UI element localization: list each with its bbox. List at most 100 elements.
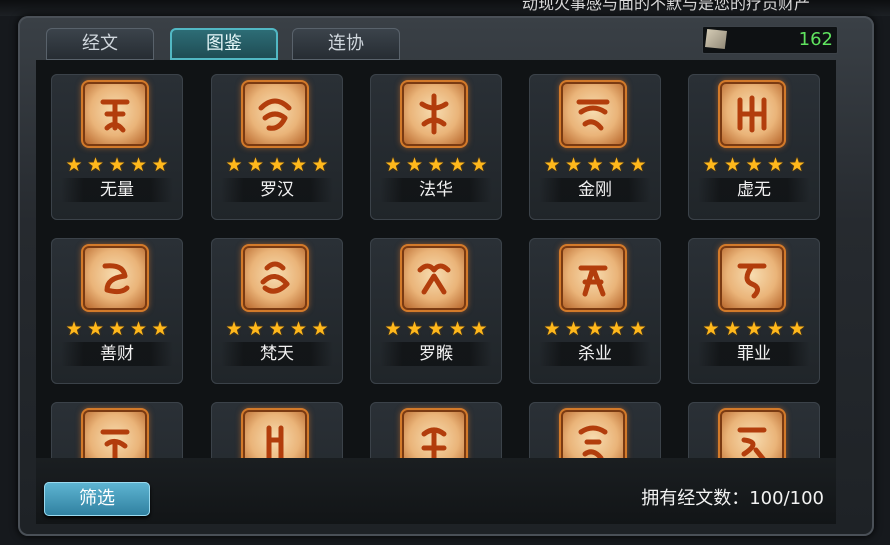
star-icon: ★ — [723, 318, 742, 340]
star-icon: ★ — [745, 318, 763, 340]
star-icon: ★ — [225, 154, 243, 176]
star-icon: ★ — [564, 318, 583, 340]
codex-card[interactable]: ★ ★ ★ ★ ★ 法华 — [370, 74, 502, 220]
star-icon: ★ — [629, 154, 647, 176]
top-clipped-text: 动现火事感与面的不默与是您的疗员财产 — [521, 0, 810, 13]
card-name: 无量 — [61, 178, 173, 202]
codex-card[interactable]: ★★★★★ — [51, 402, 183, 458]
tab-synergy[interactable]: 连协 — [292, 28, 400, 60]
codex-card[interactable]: ★ ★ ★ ★ ★ 金刚 — [529, 74, 661, 220]
star-icon: ★ — [311, 318, 329, 340]
codex-card[interactable]: ★★★★★ — [529, 402, 661, 458]
sanskrit-rune-icon — [245, 412, 305, 458]
star-rating: ★ ★ ★ ★ ★ — [543, 318, 647, 340]
card-name: 罗汉 — [221, 178, 333, 202]
star-icon: ★ — [65, 318, 83, 340]
codex-grid[interactable]: ★ ★ ★ ★ ★ 无量 ★ ★ ★ ★ ★ 罗汉 ★ ★ ★ ★ ★ 法华 ★ ★ ★ ★ ★ 金刚 ★ ★ ★ ★ ★ 虚无 ★ ★ ★ ★ ★… — [36, 60, 836, 458]
star-icon: ★ — [586, 154, 604, 176]
card-name: 虚无 — [698, 178, 810, 202]
codex-card[interactable]: ★★★★★ — [688, 402, 820, 458]
star-icon: ★ — [151, 154, 169, 176]
star-icon: ★ — [702, 318, 720, 340]
card-name: 杀业 — [539, 342, 651, 366]
star-icon: ★ — [86, 318, 105, 340]
star-icon: ★ — [65, 154, 83, 176]
codex-card[interactable]: ★ ★ ★ ★ ★ 梵天 — [211, 238, 343, 384]
star-icon: ★ — [246, 318, 265, 340]
top-strip: 动现火事感与面的不默与是您的疗员财产 — [0, 0, 890, 16]
star-icon: ★ — [405, 318, 424, 340]
codex-card[interactable]: ★ ★ ★ ★ ★ 罗汉 — [211, 74, 343, 220]
sanskrit-rune-icon — [563, 412, 623, 458]
filter-button-label: 筛选 — [79, 488, 115, 509]
tab-scripture[interactable]: 经文 — [46, 28, 154, 60]
card-name: 梵天 — [221, 342, 333, 366]
tab-synergy-label: 连协 — [328, 33, 364, 54]
star-icon: ★ — [86, 154, 105, 176]
sanskrit-rune-icon — [245, 248, 305, 308]
sanskrit-rune-icon — [85, 84, 145, 144]
card-name: 善财 — [61, 342, 173, 366]
sanskrit-rune-icon — [563, 248, 623, 308]
star-icon: ★ — [225, 318, 243, 340]
star-icon: ★ — [470, 154, 488, 176]
filter-button[interactable]: 筛选 — [44, 482, 150, 516]
star-icon: ★ — [405, 154, 424, 176]
star-rating: ★ ★ ★ ★ ★ — [65, 318, 169, 340]
codex-card[interactable]: ★ ★ ★ ★ ★ 无量 — [51, 74, 183, 220]
star-icon: ★ — [384, 154, 402, 176]
star-icon: ★ — [586, 318, 604, 340]
star-rating: ★ ★ ★ ★ ★ — [384, 318, 488, 340]
codex-card[interactable]: ★★★★★ — [211, 402, 343, 458]
star-icon: ★ — [766, 318, 785, 340]
sanskrit-rune-icon — [85, 248, 145, 308]
star-icon: ★ — [543, 318, 561, 340]
star-icon: ★ — [151, 318, 169, 340]
sanskrit-rune-icon — [245, 84, 305, 144]
star-icon: ★ — [543, 154, 561, 176]
codex-card[interactable]: ★ ★ ★ ★ ★ 善财 — [51, 238, 183, 384]
star-icon: ★ — [470, 318, 488, 340]
card-name: 罪业 — [698, 342, 810, 366]
star-rating: ★ ★ ★ ★ ★ — [702, 318, 806, 340]
star-icon: ★ — [289, 318, 308, 340]
owned-count: 拥有经文数：100/100 — [641, 488, 824, 509]
codex-card[interactable]: ★ ★ ★ ★ ★ 虚无 — [688, 74, 820, 220]
star-icon: ★ — [268, 318, 286, 340]
sanskrit-rune-icon — [404, 84, 464, 144]
star-icon: ★ — [788, 154, 806, 176]
star-icon: ★ — [268, 154, 286, 176]
codex-card[interactable]: ★ ★ ★ ★ ★ 罗睺 — [370, 238, 502, 384]
codex-card[interactable]: ★ ★ ★ ★ ★ 杀业 — [529, 238, 661, 384]
star-icon: ★ — [108, 154, 126, 176]
sanskrit-rune-icon — [404, 412, 464, 458]
star-icon: ★ — [564, 154, 583, 176]
star-icon: ★ — [702, 154, 720, 176]
sanskrit-rune-icon — [722, 248, 782, 308]
star-icon: ★ — [607, 318, 626, 340]
codex-card[interactable]: ★ ★ ★ ★ ★ 罪业 — [688, 238, 820, 384]
star-icon: ★ — [427, 154, 445, 176]
star-icon: ★ — [607, 154, 626, 176]
star-rating: ★ ★ ★ ★ ★ — [384, 154, 488, 176]
star-rating: ★ ★ ★ ★ ★ — [225, 318, 329, 340]
star-icon: ★ — [108, 318, 126, 340]
star-icon: ★ — [448, 154, 467, 176]
tab-codex[interactable]: 图鉴 — [170, 28, 278, 60]
star-icon: ★ — [448, 318, 467, 340]
sanskrit-rune-icon — [404, 248, 464, 308]
card-name: 罗睺 — [380, 342, 492, 366]
star-icon: ★ — [788, 318, 806, 340]
star-rating: ★ ★ ★ ★ ★ — [65, 154, 169, 176]
star-rating: ★ ★ ★ ★ ★ — [225, 154, 329, 176]
star-icon: ★ — [766, 154, 785, 176]
codex-card[interactable]: ★★★★★ — [370, 402, 502, 458]
star-icon: ★ — [129, 318, 148, 340]
star-icon: ★ — [289, 154, 308, 176]
star-icon: ★ — [427, 318, 445, 340]
star-icon: ★ — [629, 318, 647, 340]
counter-value: 162 — [798, 29, 833, 50]
star-rating: ★ ★ ★ ★ ★ — [543, 154, 647, 176]
card-name: 法华 — [380, 178, 492, 202]
star-icon: ★ — [311, 154, 329, 176]
